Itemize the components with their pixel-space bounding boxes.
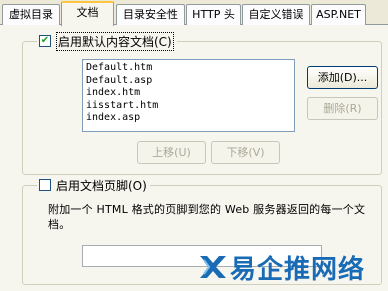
enable-default-document-checkbox[interactable]: ✔ <box>39 35 51 47</box>
default-document-list[interactable]: Default.htm Default.asp index.htm iissta… <box>82 59 295 132</box>
tab-http-headers[interactable]: HTTP 头 <box>186 4 241 25</box>
enable-footer-checkbox[interactable] <box>39 179 51 191</box>
default-document-legend: ✔ 启用默认内容文档(C) <box>37 31 177 51</box>
list-item[interactable]: index.asp <box>86 112 291 125</box>
list-item[interactable]: index.htm <box>86 87 291 100</box>
remove-button[interactable]: 删除(R) <box>307 97 378 120</box>
watermark-text: 易企推网络 <box>230 254 366 285</box>
footer-description: 附加一个 HTML 格式的页脚到您的 Web 服务器返回的每一个文档。 <box>48 203 366 231</box>
tab-aspnet[interactable]: ASP.NET <box>311 4 366 25</box>
add-button[interactable]: 添加(D)... <box>307 66 378 89</box>
watermark: 易企推网络 <box>196 247 365 287</box>
tab-strip: 虚拟目录 文档 目录安全性 HTTP 头 自定义错误 ASP.NET <box>0 0 388 26</box>
list-item[interactable]: Default.htm <box>86 62 291 75</box>
list-item[interactable]: iisstart.htm <box>86 100 291 113</box>
footer-legend: 启用文档页脚(O) <box>37 177 150 193</box>
enable-footer-label[interactable]: 启用文档页脚(O) <box>56 177 147 194</box>
move-down-button[interactable]: 下移(V) <box>211 141 280 164</box>
watermark-logo-icon <box>200 256 226 278</box>
tab-custom-errors[interactable]: 自定义错误 <box>242 4 310 25</box>
list-item[interactable]: Default.asp <box>86 75 291 88</box>
tab-documents[interactable]: 文档 <box>61 1 114 26</box>
enable-default-document-label[interactable]: 启用默认内容文档(C) <box>56 31 174 51</box>
tab-virtual-directory[interactable]: 虚拟目录 <box>2 4 60 25</box>
move-up-button[interactable]: 上移(U) <box>137 141 206 164</box>
documents-panel: ✔ 启用默认内容文档(C) Default.htm Default.asp in… <box>0 25 388 291</box>
tab-directory-security[interactable]: 目录安全性 <box>116 4 185 25</box>
